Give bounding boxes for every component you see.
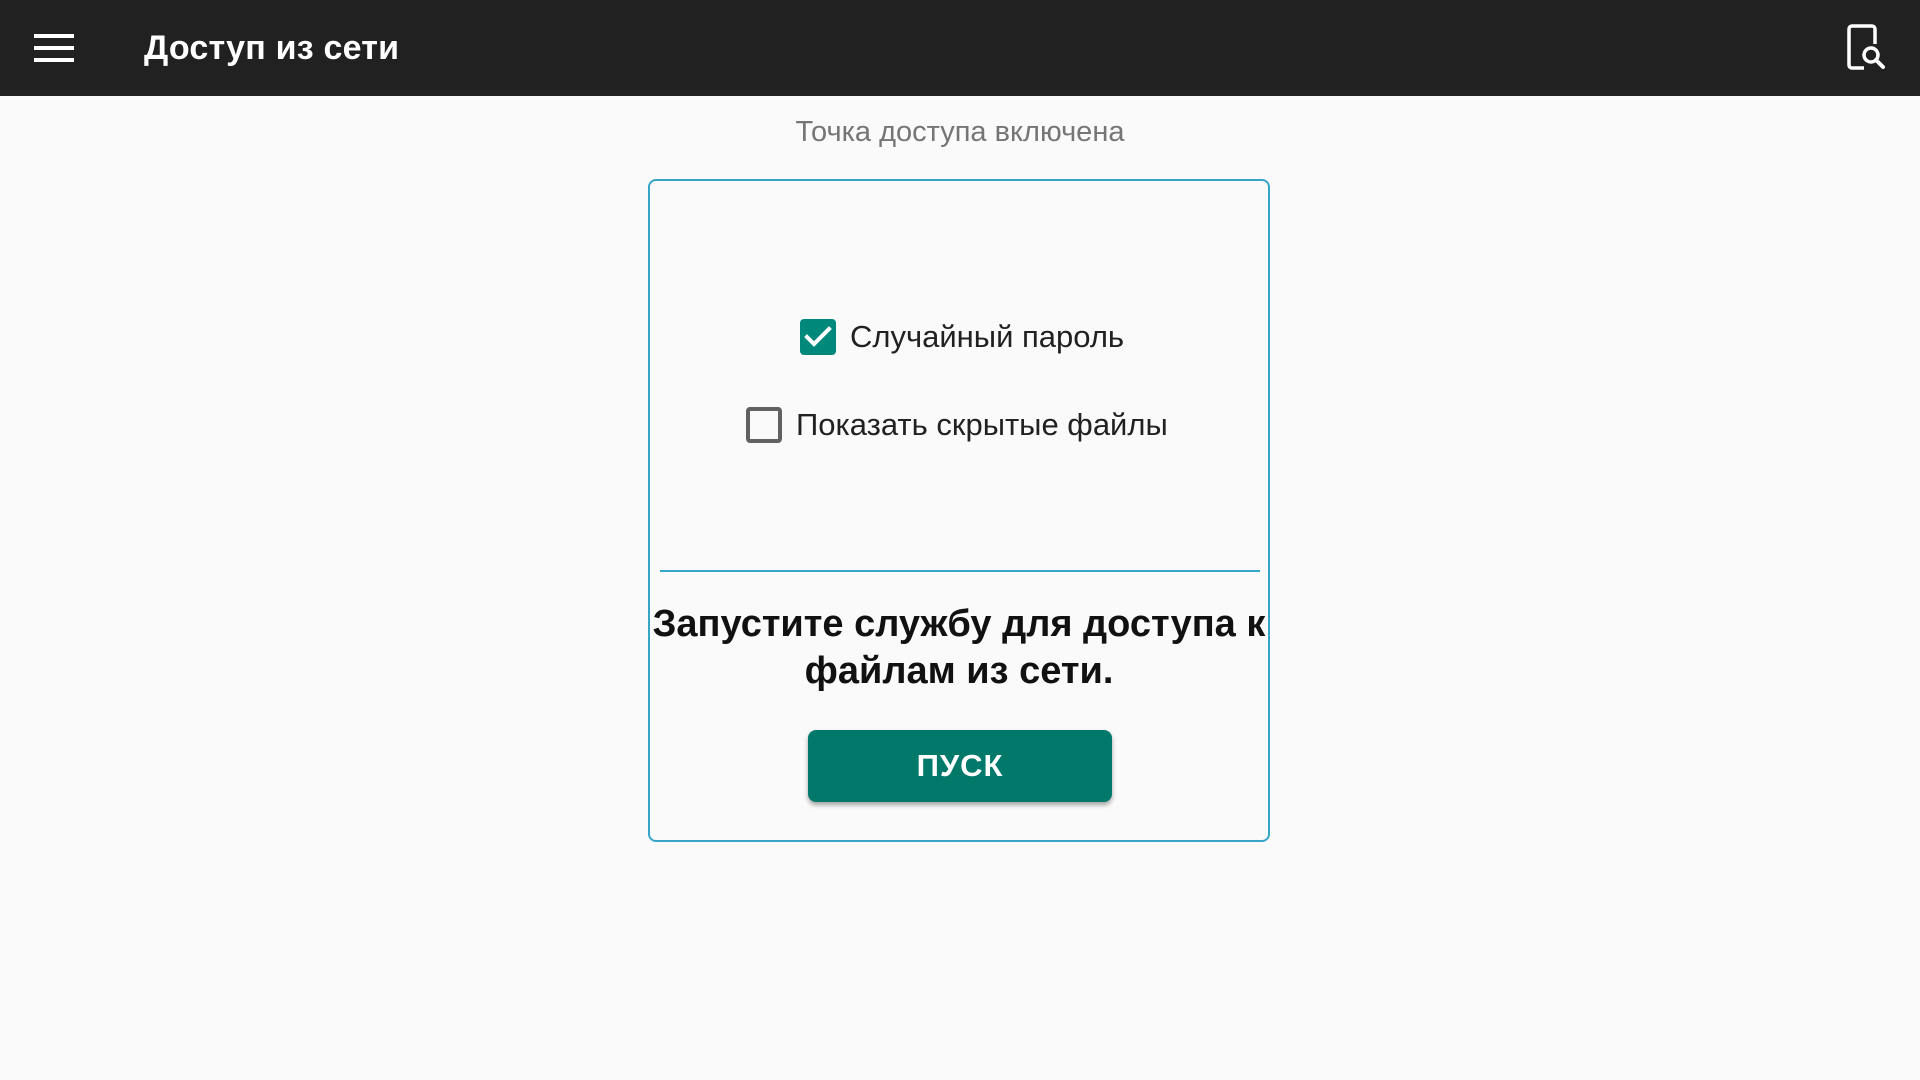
- app-bar: Доступ из сети: [0, 0, 1920, 96]
- start-service-message: Запустите службу для доступа к файлам из…: [652, 603, 1266, 692]
- device-search-icon: [1847, 24, 1885, 70]
- checkmark-icon: [804, 326, 832, 347]
- random-password-label: Случайный пароль: [850, 319, 1125, 354]
- device-search-button[interactable]: [1834, 16, 1898, 80]
- show-hidden-files-label: Показать скрытые файлы: [796, 407, 1168, 442]
- show-hidden-files-checkbox[interactable]: [746, 407, 782, 443]
- hamburger-menu-icon: [34, 34, 74, 62]
- start-button[interactable]: ПУСК: [808, 730, 1112, 802]
- hotspot-status-text: Точка доступа включена: [795, 116, 1125, 148]
- network-access-card: Случайный пароль Показать скрытые файлы …: [648, 179, 1270, 842]
- card-divider: [660, 570, 1260, 572]
- random-password-option[interactable]: Случайный пароль: [800, 319, 1124, 355]
- random-password-checkbox[interactable]: [800, 319, 836, 355]
- show-hidden-files-option[interactable]: Показать скрытые файлы: [746, 407, 1168, 443]
- page-title: Доступ из сети: [144, 29, 400, 67]
- menu-button[interactable]: [22, 16, 86, 80]
